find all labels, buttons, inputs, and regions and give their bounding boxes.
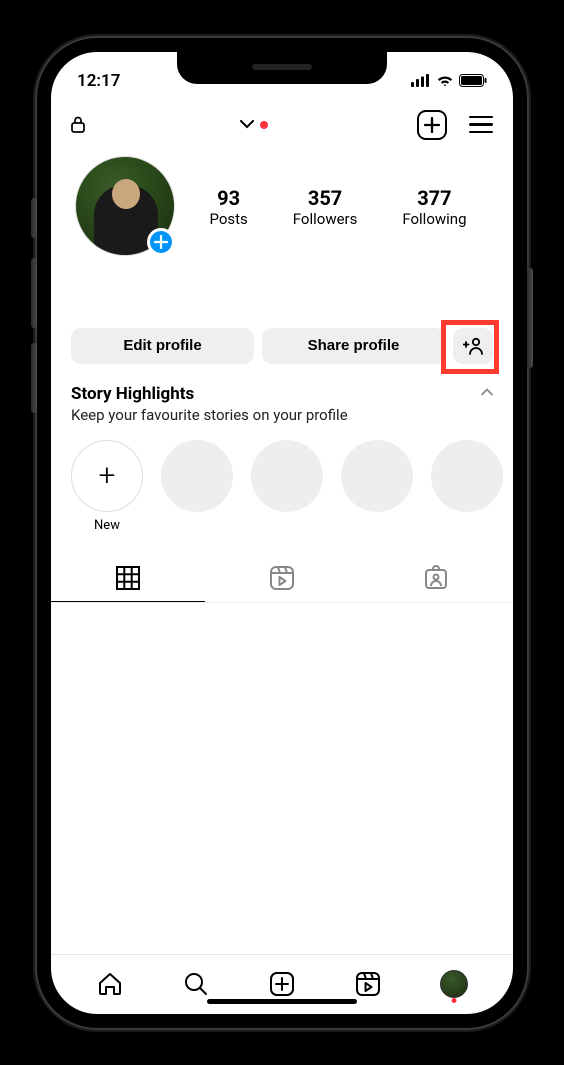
reels-icon [354, 970, 382, 998]
home-icon [96, 970, 124, 998]
following-label: Following [402, 210, 466, 228]
grid-icon [115, 565, 141, 591]
username-switcher[interactable] [93, 120, 409, 129]
add-person-icon [463, 337, 483, 355]
status-time: 12:17 [77, 71, 120, 91]
chevron-up-icon [481, 388, 493, 396]
posts-stat[interactable]: 93 Posts [209, 186, 247, 228]
followers-count: 357 [293, 186, 358, 210]
reels-icon [269, 565, 295, 591]
edit-profile-button[interactable]: Edit profile [71, 328, 254, 364]
highlight-placeholder [341, 440, 413, 512]
discover-people-button[interactable] [453, 328, 493, 364]
profile-header [51, 100, 513, 146]
highlight-placeholder [161, 440, 233, 512]
add-highlight-label: New [71, 518, 143, 533]
plus-icon [154, 235, 168, 249]
create-post-button[interactable] [417, 110, 447, 140]
tab-tagged[interactable] [359, 555, 513, 602]
wifi-icon [436, 74, 454, 87]
followers-stat[interactable]: 357 Followers [293, 186, 358, 228]
add-highlight-button[interactable]: + [71, 440, 143, 512]
battery-icon [459, 74, 487, 87]
notification-dot-icon [452, 998, 457, 1003]
posts-content-area [51, 603, 513, 954]
avatar-icon [440, 970, 468, 998]
bottom-nav [51, 954, 513, 1014]
home-indicator[interactable] [207, 999, 357, 1004]
plus-icon [424, 117, 440, 133]
highlight-placeholder [431, 440, 503, 512]
cellular-icon [411, 74, 431, 87]
tab-posts-grid[interactable] [51, 555, 205, 602]
account-privacy-indicator[interactable] [71, 116, 85, 133]
menu-button[interactable] [469, 116, 493, 134]
posts-label: Posts [209, 210, 247, 228]
plus-icon: + [99, 458, 116, 493]
profile-avatar[interactable] [75, 156, 177, 258]
status-indicators [411, 74, 487, 87]
collapse-highlights-button[interactable] [481, 384, 493, 396]
tab-reels[interactable] [205, 555, 359, 602]
following-stat[interactable]: 377 Following [402, 186, 466, 228]
nav-reels[interactable] [354, 970, 382, 998]
highlights-title: Story Highlights [71, 384, 348, 404]
posts-count: 93 [209, 186, 247, 210]
nav-search[interactable] [182, 970, 210, 998]
nav-home[interactable] [96, 970, 124, 998]
nav-create[interactable] [268, 970, 296, 998]
highlight-placeholder [251, 440, 323, 512]
lock-icon [71, 116, 85, 133]
share-profile-button[interactable]: Share profile [262, 328, 445, 364]
highlights-subtitle: Keep your favourite stories on your prof… [71, 406, 348, 424]
add-story-button[interactable] [147, 228, 175, 256]
tagged-icon [423, 565, 449, 591]
nav-profile[interactable] [440, 970, 468, 998]
following-count: 377 [402, 186, 466, 210]
followers-label: Followers [293, 210, 358, 228]
notification-dot-icon [260, 121, 268, 129]
chevron-down-icon [240, 120, 254, 129]
search-icon [182, 970, 210, 998]
create-icon [268, 970, 296, 998]
